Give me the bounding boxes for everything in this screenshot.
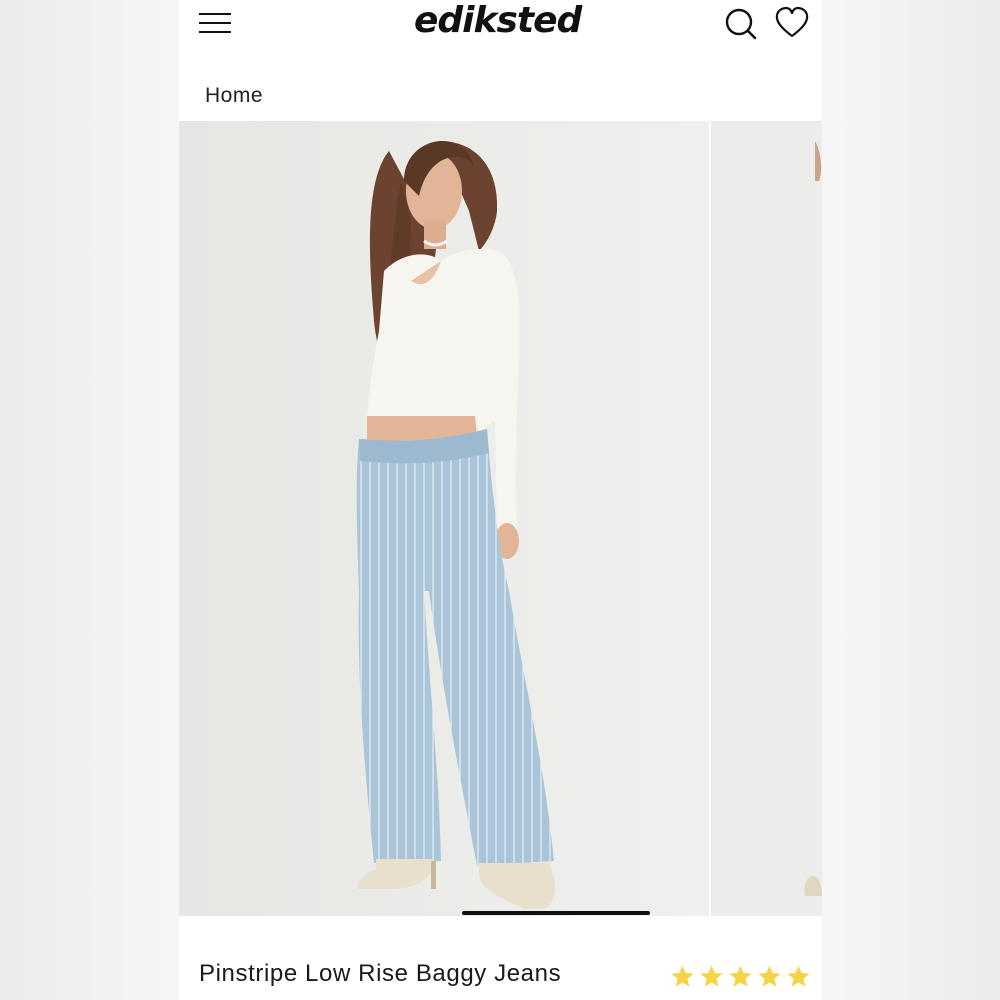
product-image-gallery[interactable] <box>179 121 822 916</box>
menu-button[interactable] <box>197 10 233 36</box>
star-icon <box>758 965 781 987</box>
star-icon <box>671 965 694 987</box>
search-button[interactable] <box>723 5 759 41</box>
heart-icon <box>775 6 809 38</box>
search-icon <box>725 8 757 40</box>
wishlist-button[interactable] <box>774 5 810 41</box>
product-image-main[interactable] <box>179 121 709 916</box>
product-image-next[interactable] <box>711 121 822 916</box>
mobile-page: ediksted Home Pinstripe Low Rise Baggy J… <box>179 0 822 1000</box>
breadcrumb-home[interactable]: Home <box>205 84 263 108</box>
product-info: Pinstripe Low Rise Baggy Jeans <box>179 940 822 1000</box>
star-icon <box>700 965 723 987</box>
next-product-image <box>711 121 822 916</box>
star-rating[interactable] <box>670 964 811 994</box>
blurred-background-right <box>822 0 1000 1000</box>
site-header: ediksted <box>179 0 822 50</box>
product-title: Pinstripe Low Rise Baggy Jeans <box>199 960 562 987</box>
blurred-background-left <box>0 0 179 1000</box>
star-icon <box>787 965 810 987</box>
hamburger-menu-icon <box>199 13 231 33</box>
brand-logo[interactable]: ediksted <box>414 0 614 46</box>
star-icon <box>729 965 752 987</box>
gallery-scroll-indicator[interactable] <box>462 911 650 915</box>
model-wearing-pinstripe-jeans <box>179 121 709 916</box>
